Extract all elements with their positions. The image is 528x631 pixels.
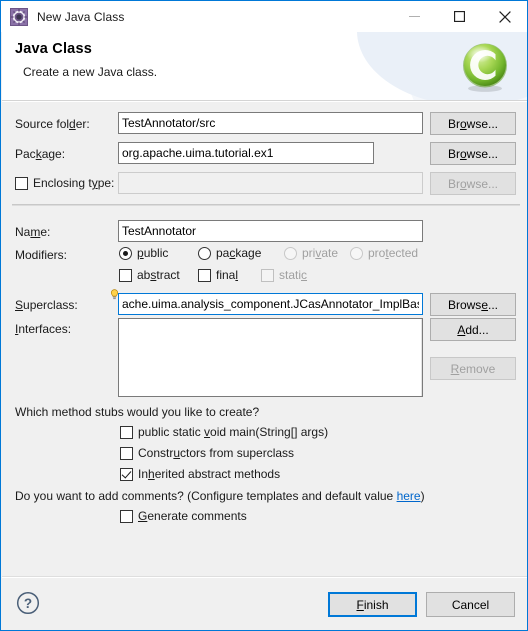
minimize-button[interactable] — [392, 1, 437, 32]
title-bar: New Java Class — [1, 1, 527, 32]
generate-comments-label: Generate comments — [138, 509, 247, 523]
superclass-browse-button[interactable]: Brows e... — [430, 293, 516, 316]
class-name-label: Name: — [15, 225, 51, 239]
package-browse-button[interactable]: Br o wse... — [430, 142, 516, 165]
stub-main-method-row[interactable]: public static void main(String[] args) — [120, 425, 328, 439]
configure-templates-link[interactable]: here — [397, 489, 421, 503]
comments-question: Do you want to add comments? (Configure … — [15, 489, 425, 503]
close-button[interactable] — [482, 1, 527, 32]
interfaces-list[interactable] — [118, 318, 423, 397]
modifier-check-static: static — [261, 268, 307, 282]
final-label: final — [216, 268, 239, 282]
finish-button[interactable]: Finish — [328, 592, 417, 617]
window-controls — [392, 1, 527, 32]
interfaces-add-button[interactable]: Add... — [430, 318, 516, 341]
wizard-banner: Java Class Create a new Java class. — [2, 32, 527, 100]
constructors-label: Constructors from superclass — [138, 446, 295, 460]
method-stubs-question: Which method stubs would you like to cre… — [15, 405, 260, 419]
enclosing-type-checkbox-row[interactable]: Enclosing type: — [15, 176, 114, 190]
dialog-body: Source folder: Browse... Package: Browse… — [2, 102, 527, 576]
java-class-wizard-icon — [10, 7, 28, 26]
private-radio-label: private — [302, 246, 339, 260]
static-checkbox — [261, 268, 274, 282]
final-checkbox[interactable] — [198, 268, 211, 282]
abstract-label: abstract — [137, 268, 180, 282]
package-radio-label: package — [216, 246, 262, 260]
modifier-radio-public[interactable]: public — [119, 246, 168, 260]
minimize-icon — [409, 16, 420, 17]
modifiers-label: Modifiers: — [15, 248, 68, 262]
public-radio[interactable] — [119, 246, 132, 260]
comments-question-suffix: ) — [420, 489, 425, 503]
maximize-button[interactable] — [437, 1, 482, 32]
page-description: Create a new Java class. — [23, 65, 158, 79]
interfaces-list-scrollbar[interactable] — [421, 319, 422, 396]
comments-question-prefix: Do you want to add comments? (Configure … — [15, 489, 397, 503]
green-c-badge-icon — [459, 41, 511, 93]
section-separator-1 — [12, 204, 520, 206]
footer-separator — [2, 577, 527, 578]
superclass-label: Superclass: — [15, 298, 78, 312]
private-radio — [284, 246, 297, 260]
svg-text:?: ? — [24, 596, 32, 611]
help-question-icon[interactable]: ? — [16, 591, 40, 615]
generate-comments-row[interactable]: Generate comments — [120, 509, 247, 523]
interfaces-label: Interfaces: — [15, 322, 72, 336]
static-label: static — [279, 268, 308, 282]
interfaces-remove-button: Remove — [430, 357, 516, 380]
modifier-check-abstract[interactable]: abstract — [119, 268, 180, 282]
superclass-input[interactable] — [118, 293, 423, 315]
package-radio[interactable] — [198, 246, 211, 260]
maximize-icon — [454, 11, 465, 22]
protected-radio — [350, 246, 363, 260]
window-title: New Java Class — [37, 9, 125, 24]
cancel-button[interactable]: Cancel — [426, 592, 515, 617]
enclosing-type-input — [118, 172, 423, 194]
enclosing-type-browse-button: Br o wse... — [430, 172, 516, 195]
constructors-checkbox[interactable] — [120, 446, 133, 460]
main-method-label: public static void main(String[] args) — [138, 425, 329, 439]
close-icon — [498, 10, 511, 23]
main-method-checkbox[interactable] — [120, 425, 133, 439]
package-label: Package: — [15, 147, 66, 161]
modifier-radio-protected: protected — [350, 246, 418, 260]
page-title: Java Class — [15, 41, 92, 57]
inherited-abstract-label: Inherited abstract methods — [138, 467, 281, 481]
abstract-checkbox[interactable] — [119, 268, 132, 282]
modifier-radio-package[interactable]: package — [198, 246, 261, 260]
generate-comments-checkbox[interactable] — [120, 509, 133, 523]
stub-inherited-row[interactable]: Inherited abstract methods — [120, 467, 280, 481]
source-folder-input[interactable] — [118, 112, 423, 134]
protected-radio-label: protected — [368, 246, 419, 260]
enclosing-type-checkbox[interactable] — [15, 176, 28, 190]
modifier-check-final[interactable]: final — [198, 268, 238, 282]
public-radio-label: public — [137, 246, 169, 260]
enclosing-type-label: Enclosing type: — [33, 176, 115, 190]
source-folder-browse-button[interactable]: Br o wse... — [430, 112, 516, 135]
new-java-class-dialog: New Java Class Java Class Create a new J… — [0, 0, 528, 631]
package-input[interactable] — [118, 142, 374, 164]
inherited-abstract-checkbox[interactable] — [120, 467, 133, 481]
source-folder-label: Source folder: — [15, 117, 90, 131]
stub-constructors-row[interactable]: Constructors from superclass — [120, 446, 294, 460]
modifier-radio-private: private — [284, 246, 338, 260]
class-name-input[interactable] — [118, 220, 423, 242]
